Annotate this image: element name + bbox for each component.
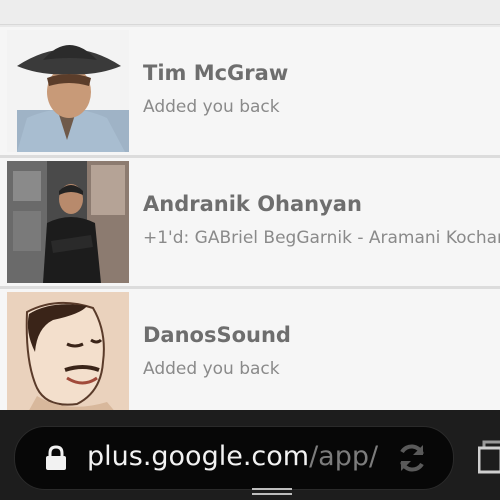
contact-card[interactable]: Tim McGraw Added you back xyxy=(0,27,500,158)
contact-subtitle: Added you back xyxy=(143,97,280,117)
contact-subtitle: Added you back xyxy=(143,359,280,379)
reload-icon[interactable] xyxy=(395,441,429,475)
url-host: plus.google.com xyxy=(87,441,310,472)
contact-name[interactable]: Tim McGraw xyxy=(143,61,288,85)
tabs-icon[interactable] xyxy=(478,440,500,474)
avatar[interactable] xyxy=(7,161,129,283)
lock-icon xyxy=(46,445,66,470)
url-path: /app/ xyxy=(309,441,379,472)
menu-handle-icon[interactable] xyxy=(252,487,292,499)
address-bar[interactable]: plus.google.com/app/ xyxy=(14,426,454,490)
contact-name[interactable]: Andranik Ohanyan xyxy=(143,192,362,216)
top-strip xyxy=(0,0,500,25)
browser-toolbar: plus.google.com/app/ xyxy=(0,410,500,500)
contact-card[interactable]: Andranik Ohanyan +1'd: GABriel BegGarnik… xyxy=(0,158,500,289)
contact-subtitle: +1'd: GABriel BegGarnik - Aramani Kochar… xyxy=(143,228,500,248)
avatar[interactable] xyxy=(7,30,129,152)
contact-name[interactable]: DanosSound xyxy=(143,323,291,347)
url-text[interactable]: plus.google.com/app/ xyxy=(87,441,378,472)
avatar[interactable] xyxy=(7,292,129,414)
contact-card[interactable]: DanosSound Added you back xyxy=(0,289,500,420)
